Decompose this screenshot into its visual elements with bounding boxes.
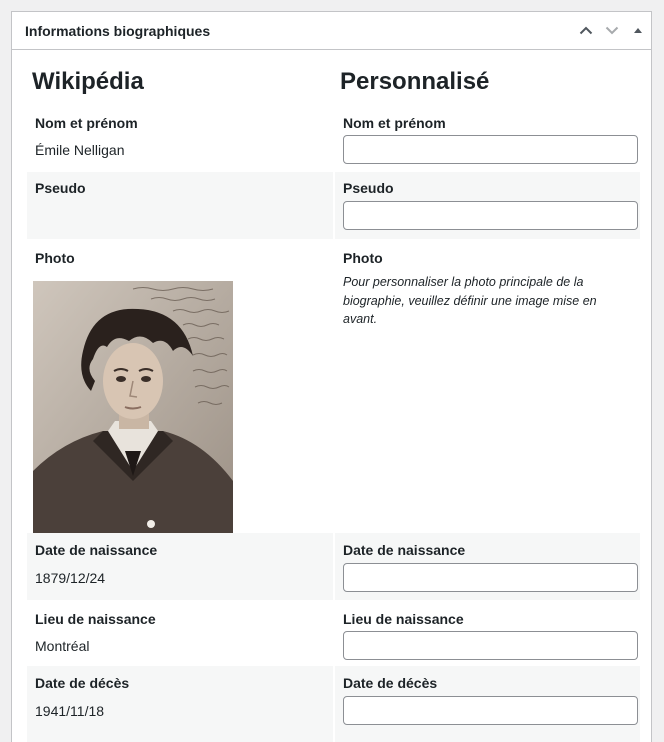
panel-title: Informations biographiques (25, 22, 211, 39)
wiki-name-cell: Nom et prénom Émile Nelligan (27, 109, 333, 172)
custom-photo-note: Pour personnaliser la photo principale d… (343, 275, 597, 326)
custom-birth-place-cell: Lieu de naissance (335, 600, 640, 666)
wiki-birth-place-value: Montréal (35, 638, 90, 654)
move-up-button[interactable] (573, 13, 599, 49)
wiki-birth-date-value: 1879/12/24 (35, 570, 106, 586)
biography-info-panel: Informations biographiques Wikipédia Per… (11, 11, 652, 742)
row-birth-date: Date de naissance 1879/12/24 Date de nai… (27, 533, 640, 600)
panel-body: Wikipédia Personnalisé Nom et prénom Émi… (12, 50, 651, 742)
wiki-pseudo-cell: Pseudo (27, 172, 333, 239)
toggle-panel-button[interactable] (625, 13, 651, 49)
wiki-birth-place-label: Lieu de naissance (35, 611, 156, 627)
chevron-up-icon (579, 26, 593, 35)
chevron-down-icon (605, 26, 619, 35)
portrait-photo (33, 281, 233, 533)
wiki-name-label: Nom et prénom (35, 115, 138, 131)
triangle-up-icon (634, 28, 642, 33)
custom-death-date-cell: Date de décès (335, 666, 640, 742)
custom-pseudo-input[interactable] (343, 201, 638, 230)
custom-death-date-label: Date de décès (343, 675, 438, 691)
custom-column-heading: Personnalisé (340, 68, 490, 95)
custom-birth-date-cell: Date de naissance (335, 533, 640, 600)
row-photo: Photo Photo Pour personnaliser la photo … (27, 239, 640, 533)
row-pseudo: Pseudo Pseudo (27, 172, 640, 239)
move-down-button[interactable] (599, 13, 625, 49)
wiki-name-value: Émile Nelligan (35, 142, 125, 158)
wiki-death-date-value: 1941/11/18 (35, 703, 105, 719)
custom-death-date-input[interactable] (343, 696, 638, 725)
custom-name-input[interactable] (343, 135, 638, 164)
custom-photo-cell: Photo Pour personnaliser la photo princi… (335, 239, 640, 533)
custom-photo-label: Photo (343, 250, 383, 266)
row-birth-place: Lieu de naissance Montréal Lieu de naiss… (27, 600, 640, 666)
custom-name-cell: Nom et prénom (335, 109, 640, 172)
panel-header: Informations biographiques (12, 12, 651, 50)
wikipedia-column-heading: Wikipédia (32, 68, 144, 95)
row-death-date: Date de décès 1941/11/18 Date de décès (27, 666, 640, 742)
row-name: Nom et prénom Émile Nelligan Nom et prén… (27, 109, 640, 172)
custom-pseudo-label: Pseudo (343, 180, 394, 196)
wiki-photo-label: Photo (35, 250, 75, 266)
custom-name-label: Nom et prénom (343, 115, 446, 131)
wiki-death-date-label: Date de décès (35, 675, 130, 691)
custom-birth-date-input[interactable] (343, 563, 638, 592)
portrait-image (33, 281, 233, 533)
wiki-death-date-cell: Date de décès 1941/11/18 (27, 666, 333, 742)
custom-birth-date-label: Date de naissance (343, 542, 466, 558)
wiki-birth-place-cell: Lieu de naissance Montréal (27, 600, 333, 666)
custom-birth-place-input[interactable] (343, 631, 638, 660)
panel-controls (573, 12, 651, 49)
custom-pseudo-cell: Pseudo (335, 172, 640, 239)
wiki-pseudo-label: Pseudo (35, 180, 86, 196)
custom-birth-place-label: Lieu de naissance (343, 611, 464, 627)
wiki-birth-date-cell: Date de naissance 1879/12/24 (27, 533, 333, 600)
wiki-photo-cell: Photo (27, 239, 333, 533)
wiki-birth-date-label: Date de naissance (35, 542, 158, 558)
